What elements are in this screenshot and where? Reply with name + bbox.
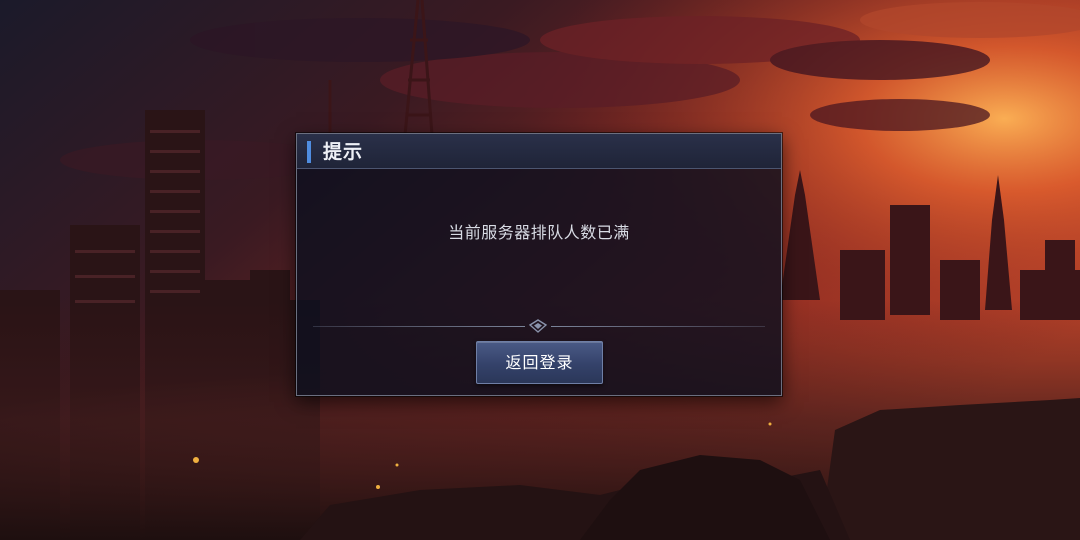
return-to-login-button[interactable]: 返回登录 bbox=[476, 341, 603, 384]
header-accent-bar bbox=[307, 141, 311, 163]
diamond-divider-icon bbox=[529, 319, 547, 333]
divider-line-right bbox=[551, 326, 765, 327]
dialog-message: 当前服务器排队人数已满 bbox=[448, 223, 630, 242]
game-screen: 提示 当前服务器排队人数已满 返回登录 bbox=[0, 0, 1080, 540]
divider-line-left bbox=[313, 326, 525, 327]
dialog-title: 提示 bbox=[323, 141, 364, 163]
dialog-header: 提示 bbox=[297, 134, 781, 169]
alert-dialog: 提示 当前服务器排队人数已满 返回登录 bbox=[296, 133, 782, 396]
